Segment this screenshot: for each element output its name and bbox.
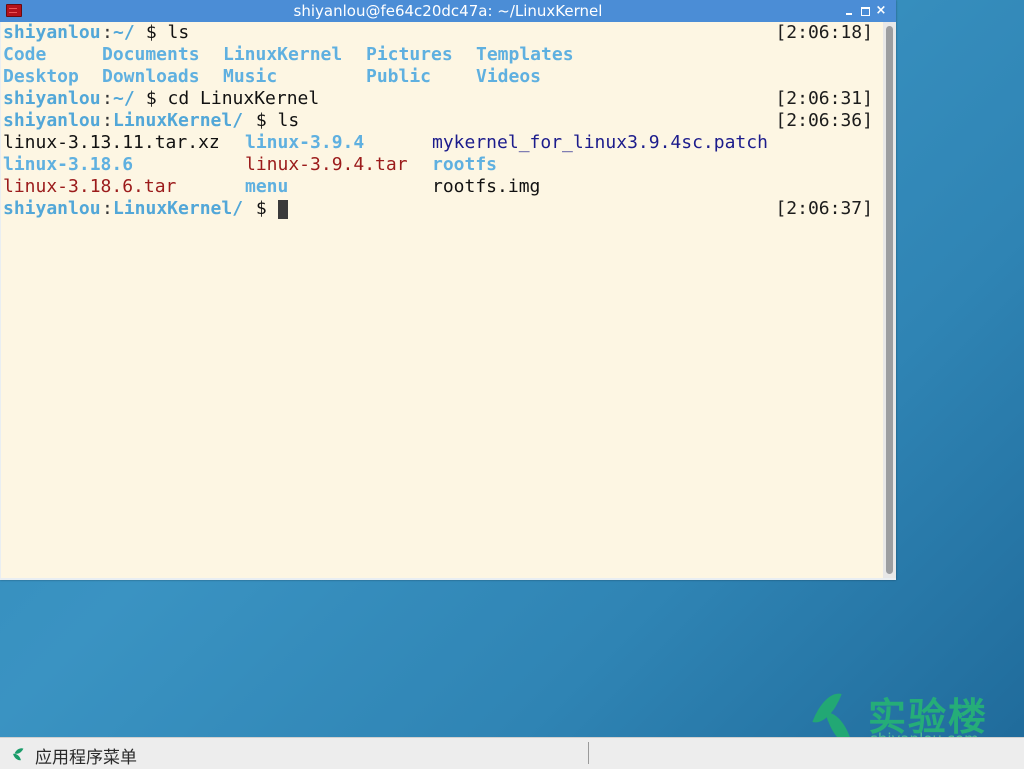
maximize-button[interactable]: [858, 3, 872, 19]
prompt-line: shiyanlou : LinuxKernel/ $ ls [2:06:36]: [3, 110, 883, 132]
dir-entry: Pictures: [366, 44, 453, 65]
timestamp: [2:06:36]: [775, 110, 873, 131]
prompt-path: LinuxKernel/: [113, 110, 244, 131]
dir-entry: linux-3.9.4: [245, 132, 365, 153]
ls-output-row: linux-3.13.11.tar.xz linux-3.9.4 mykerne…: [3, 132, 883, 154]
dir-entry: Templates: [476, 44, 574, 65]
file-entry: linux-3.13.11.tar.xz: [3, 132, 220, 153]
dir-entry: Downloads: [102, 66, 200, 87]
prompt-colon: :: [102, 22, 113, 43]
scrollbar[interactable]: [883, 22, 896, 578]
text-cursor[interactable]: [278, 198, 288, 220]
terminal-window: shiyanlou@fe64c20dc47a: ~/LinuxKernel × …: [0, 0, 896, 580]
timestamp: [2:06:18]: [775, 22, 873, 43]
prompt-user: shiyanlou: [3, 22, 101, 43]
dir-entry: linux-3.18.6: [3, 154, 134, 175]
maximize-icon: [860, 7, 870, 16]
prompt-user: shiyanlou: [3, 198, 101, 219]
prompt-path: LinuxKernel/: [113, 198, 244, 219]
command-text: $ ls: [135, 22, 190, 43]
taskbar: 应用程序菜单: [0, 737, 1024, 769]
prompt-line: shiyanlou : ~/ $ ls [2:06:18]: [3, 22, 883, 44]
dir-entry: Desktop: [3, 66, 79, 87]
current-prompt-line[interactable]: shiyanlou : LinuxKernel/ $ [2:06:37]: [3, 198, 883, 220]
command-text: $: [245, 198, 278, 219]
prompt-colon: :: [102, 110, 113, 131]
command-text: $ cd LinuxKernel: [135, 88, 320, 109]
shiyanlou-logo-icon: [14, 747, 24, 761]
window-title: shiyanlou@fe64c20dc47a: ~/LinuxKernel: [293, 2, 603, 20]
taskbar-separator: [588, 742, 589, 764]
close-icon: ×: [875, 3, 887, 18]
ls-output-row: Code Documents LinuxKernel Pictures Temp…: [3, 44, 883, 66]
title-bar[interactable]: shiyanlou@fe64c20dc47a: ~/LinuxKernel ×: [0, 0, 896, 22]
file-entry: rootfs.img: [432, 176, 541, 197]
dir-entry: LinuxKernel: [223, 44, 343, 65]
timestamp: [2:06:31]: [775, 88, 873, 109]
minimize-icon: [846, 13, 852, 15]
prompt-colon: :: [102, 88, 113, 109]
timestamp: [2:06:37]: [775, 198, 873, 219]
prompt-line: shiyanlou : ~/ $ cd LinuxKernel [2:06:31…: [3, 88, 883, 110]
ls-output-row: linux-3.18.6.tar menu rootfs.img: [3, 176, 883, 198]
close-button[interactable]: ×: [874, 3, 888, 19]
terminal-output[interactable]: shiyanlou : ~/ $ ls [2:06:18] Code Docum…: [1, 22, 883, 578]
prompt-colon: :: [102, 198, 113, 219]
prompt-user: shiyanlou: [3, 110, 101, 131]
dir-entry: Videos: [476, 66, 542, 87]
dir-entry: Public: [366, 66, 432, 87]
ls-output-row: linux-3.18.6 linux-3.9.4.tar rootfs: [3, 154, 883, 176]
dir-entry: menu: [245, 176, 289, 197]
ls-output-row: Desktop Downloads Music Public Videos: [3, 66, 883, 88]
prompt-user: shiyanlou: [3, 88, 101, 109]
scrollbar-thumb[interactable]: [886, 26, 893, 574]
prompt-path: ~/: [113, 88, 135, 109]
minimize-button[interactable]: [842, 3, 856, 19]
dir-entry: rootfs: [432, 154, 498, 175]
dir-entry: Code: [3, 44, 47, 65]
archive-entry: linux-3.9.4.tar: [245, 154, 408, 175]
patch-entry: mykernel_for_linux3.9.4sc.patch: [432, 132, 768, 153]
prompt-path: ~/: [113, 22, 135, 43]
dir-entry: Documents: [102, 44, 200, 65]
command-text: $ ls: [245, 110, 300, 131]
applications-menu-label: 应用程序菜单: [35, 748, 137, 768]
dir-entry: Music: [223, 66, 278, 87]
archive-entry: linux-3.18.6.tar: [3, 176, 177, 197]
applications-menu-button[interactable]: 应用程序菜单: [8, 741, 137, 768]
